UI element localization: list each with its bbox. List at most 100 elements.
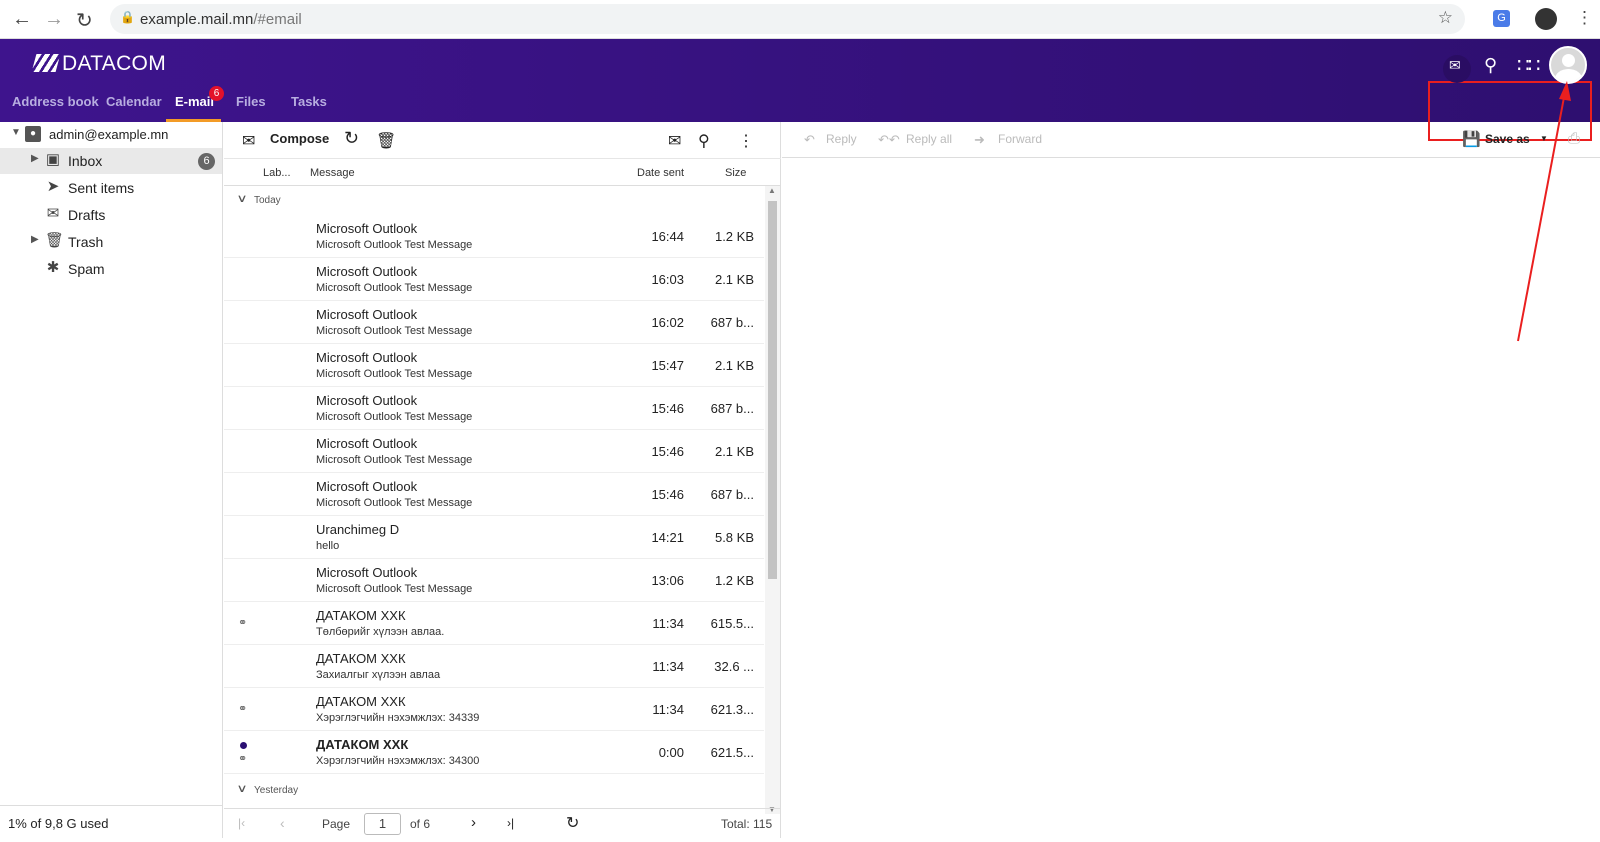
collapse-icon[interactable]: ▼ xyxy=(11,127,21,138)
message-row[interactable]: Microsoft Outlook Microsoft Outlook Test … xyxy=(224,344,764,387)
message-row[interactable]: Microsoft Outlook Microsoft Outlook Test … xyxy=(224,387,764,430)
message-row[interactable]: ⚭ ДАТАКОМ ХХК Хэрэглэгчийн нэхэмжлэх: 3433… xyxy=(224,688,764,731)
expand-icon[interactable]: ▶ xyxy=(31,234,39,245)
user-avatar[interactable] xyxy=(1549,46,1587,84)
reading-pane: ↶ Reply ↶↶ Reply all ➜ Forward 💾 Save as… xyxy=(782,122,1600,838)
profile-icon[interactable] xyxy=(1535,8,1557,30)
message-subject: Microsoft Outlook Test Message xyxy=(316,583,473,595)
apps-grid-icon[interactable]: ∷∷ xyxy=(1517,53,1540,78)
browser-menu-icon[interactable]: ⋮ xyxy=(1576,8,1593,28)
tab-files[interactable]: Files xyxy=(236,94,266,109)
translate-icon[interactable]: G xyxy=(1493,10,1510,27)
last-page-icon[interactable]: ›| xyxy=(507,816,514,830)
message-size: 2.1 KB xyxy=(714,358,754,373)
message-from: Microsoft Outlook xyxy=(316,479,418,494)
message-row[interactable]: ДАТАКОМ ХХК Захиалгыг хүлээн авлаа 11:34 32… xyxy=(224,645,764,688)
star-icon[interactable]: ☆ xyxy=(1438,8,1453,28)
folder-trash[interactable]: ▶ 🗑 Trash xyxy=(0,229,222,255)
message-rows: ∨ Today Microsoft Outlook Microsoft Outloo… xyxy=(224,187,764,842)
delete-icon[interactable]: 🗑 xyxy=(376,131,396,151)
reply-all-button[interactable]: Reply all xyxy=(906,132,952,146)
message-row[interactable]: ⚭ ДАТАКОМ ХХК Төлбөрийг хүлээн авлаа. 11:34… xyxy=(224,602,764,645)
save-as-button[interactable]: Save as xyxy=(1485,132,1530,146)
message-row[interactable]: Microsoft Outlook Microsoft Outlook Test … xyxy=(224,215,764,258)
reload-icon[interactable]: ↻ xyxy=(76,8,93,33)
refresh-icon[interactable]: ↻ xyxy=(344,128,359,149)
account-root[interactable]: ▼ ● admin@example.mn xyxy=(0,122,222,148)
tab-address-book[interactable]: Address book xyxy=(12,94,99,109)
group-label: Yesterday xyxy=(254,785,299,796)
scroll-up-icon[interactable]: ▲ xyxy=(768,186,776,195)
group-header-today[interactable]: ∨ Today xyxy=(224,187,764,211)
account-icon: ● xyxy=(25,126,41,142)
column-header: Lab... Message Date sent Size xyxy=(224,158,781,186)
message-row[interactable]: Microsoft Outlook Microsoft Outlook Test … xyxy=(224,559,764,602)
tab-tasks[interactable]: Tasks xyxy=(291,94,327,109)
next-page-icon[interactable]: › xyxy=(471,814,476,831)
app-header: DATACOM Address book Calendar E-mail 6 F… xyxy=(0,39,1600,141)
inbox-icon: ▣ xyxy=(45,151,61,168)
list-scrollbar[interactable]: ▲ ▼ xyxy=(765,186,780,814)
col-message[interactable]: Message xyxy=(310,167,355,179)
message-subject: Төлбөрийг хүлээн авлаа. xyxy=(316,626,445,638)
message-date: 16:03 xyxy=(651,272,684,287)
forward-button[interactable]: Forward xyxy=(998,132,1042,146)
reply-button[interactable]: Reply xyxy=(826,132,857,146)
message-row[interactable]: Microsoft Outlook Microsoft Outlook Test … xyxy=(224,301,764,344)
folder-spam[interactable]: ✱ Spam xyxy=(0,256,222,282)
col-labels[interactable]: Lab... xyxy=(263,167,291,179)
folder-drafts[interactable]: ✉ Drafts xyxy=(0,202,222,228)
unread-dot-icon[interactable] xyxy=(240,742,247,749)
folder-inbox[interactable]: ▶ ▣ Inbox 6 xyxy=(0,148,222,174)
storage-quota: 1% of 9,8 G used xyxy=(0,805,222,838)
message-size: 1.2 KB xyxy=(714,229,754,244)
spam-icon: ✱ xyxy=(46,259,60,276)
scrollbar-thumb[interactable] xyxy=(768,201,777,579)
message-row[interactable]: Microsoft Outlook Microsoft Outlook Test … xyxy=(224,430,764,473)
message-subject: Microsoft Outlook Test Message xyxy=(316,411,473,423)
logo[interactable]: DATACOM xyxy=(31,52,166,76)
message-date: 15:46 xyxy=(651,487,684,502)
message-size: 687 b... xyxy=(710,401,754,416)
message-subject: Хэрэглэгчийн нэхэмжлэх: 34300 xyxy=(316,755,480,767)
page-number-input[interactable]: 1 xyxy=(364,813,401,835)
search-icon[interactable]: ⚲ xyxy=(1484,55,1497,76)
message-from: Uranchimeg D xyxy=(316,522,400,537)
message-row[interactable]: Uranchimeg D hello 14:21 5.8 KB xyxy=(224,516,764,559)
message-size: 615.5... xyxy=(710,616,754,631)
more-options-icon[interactable]: ⋮ xyxy=(738,131,754,151)
expand-icon[interactable]: ▶ xyxy=(31,153,39,164)
message-size: 1.2 KB xyxy=(714,573,754,588)
message-row[interactable]: Microsoft Outlook Microsoft Outlook Test … xyxy=(224,473,764,516)
back-icon[interactable]: ← xyxy=(12,8,32,31)
first-page-icon[interactable]: |‹ xyxy=(238,816,245,830)
message-date: 14:21 xyxy=(651,530,684,545)
message-row[interactable]: Microsoft Outlook Microsoft Outlook Test … xyxy=(224,258,764,301)
send-icon: ➤ xyxy=(46,178,60,195)
reload-list-icon[interactable]: ↻ xyxy=(566,813,579,833)
message-from: ДАТАКОМ ХХК xyxy=(316,608,406,623)
message-size: 32.6 ... xyxy=(714,659,754,674)
message-from: Microsoft Outlook xyxy=(316,565,418,580)
tab-email[interactable]: E-mail xyxy=(175,94,214,109)
print-icon[interactable]: ⎙ xyxy=(1568,130,1580,147)
forward-nav-icon[interactable]: → xyxy=(44,8,64,31)
message-date: 0:00 xyxy=(658,745,684,760)
message-size: 687 b... xyxy=(710,487,754,502)
compose-button[interactable]: Compose xyxy=(270,131,329,146)
compose-icon[interactable]: ✉ xyxy=(242,131,255,151)
prev-page-icon[interactable]: ‹ xyxy=(280,815,285,831)
col-date[interactable]: Date sent xyxy=(637,167,684,179)
col-size[interactable]: Size xyxy=(725,167,746,179)
tab-calendar[interactable]: Calendar xyxy=(106,94,162,109)
message-date: 13:06 xyxy=(651,573,684,588)
message-from: ДАТАКОМ ХХК xyxy=(316,737,409,752)
dropdown-caret-icon[interactable]: ▼ xyxy=(1540,134,1548,143)
folder-sent[interactable]: ➤ Sent items xyxy=(0,175,222,201)
mark-read-icon[interactable]: ✉ xyxy=(668,131,681,151)
message-row[interactable]: ⚭ ДАТАКОМ ХХК Хэрэглэгчийн нэхэмжлэх: 3430… xyxy=(224,731,764,774)
group-header-yesterday[interactable]: ∨ Yesterday xyxy=(224,777,764,801)
search-list-icon[interactable]: ⚲ xyxy=(698,131,710,151)
address-bar[interactable]: 🔒 example.mail.mn/#email ☆ xyxy=(110,4,1465,34)
message-subject: Захиалгыг хүлээн авлаа xyxy=(316,669,441,681)
